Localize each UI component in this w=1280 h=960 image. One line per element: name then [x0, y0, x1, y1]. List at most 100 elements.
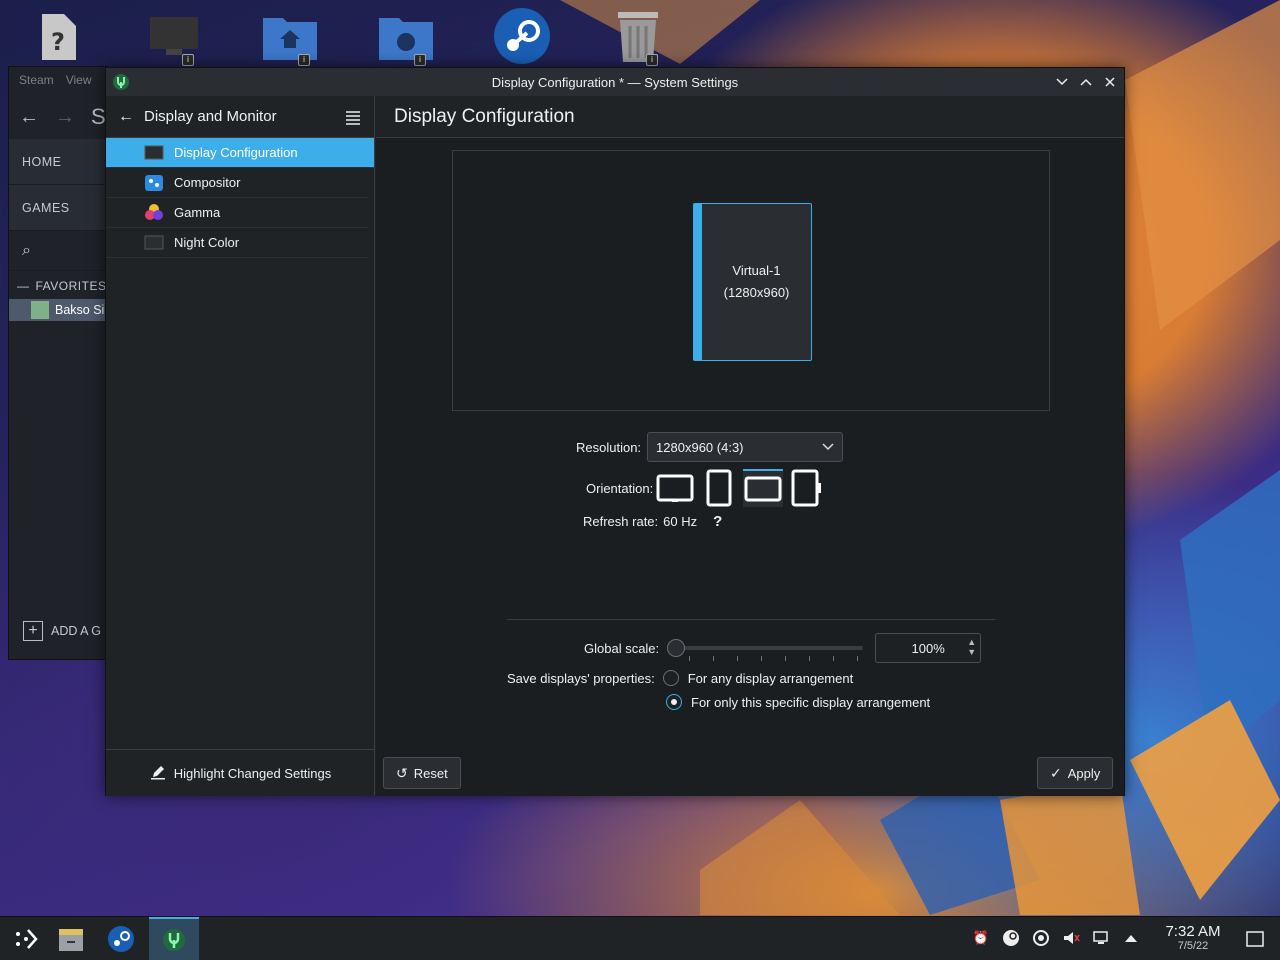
maximize-icon[interactable] [1076, 72, 1096, 92]
notifications-icon[interactable]: ⏰ [972, 929, 990, 947]
sidebar: ← Display and Monitor Display Configurat… [106, 96, 375, 796]
network-folder-icon[interactable]: i [376, 8, 436, 66]
monitor-icon[interactable]: i [144, 8, 204, 66]
system-settings-taskbar-icon[interactable] [149, 917, 199, 960]
steam-add-game[interactable]: + ADD A G [23, 621, 101, 641]
sidebar-item-label: Compositor [174, 175, 241, 190]
global-scale-label: Global scale: [584, 640, 660, 656]
slider-handle[interactable] [667, 639, 686, 657]
link-badge-icon: i [414, 54, 426, 66]
forward-arrow-icon[interactable]: → [55, 106, 75, 129]
clock-time: 7:32 AM [1165, 923, 1221, 940]
orientation-portrait-right-icon[interactable] [787, 469, 827, 507]
tray-expand-icon[interactable] [1122, 929, 1140, 947]
svg-text:?: ? [51, 28, 65, 56]
sidebar-item-label: Night Color [174, 235, 240, 250]
orientation-landscape-icon[interactable] [655, 469, 695, 507]
link-badge-icon: i [298, 54, 310, 66]
refresh-rate-label: Refresh rate: [583, 514, 659, 529]
radio-any-arrangement-label[interactable]: For any display arrangement [688, 671, 853, 686]
sidebar-header: ← Display and Monitor [106, 96, 374, 138]
favorites-label: FAVORITES [35, 279, 107, 293]
steam-home[interactable]: HOME [9, 139, 107, 185]
network-icon[interactable] [1092, 929, 1110, 947]
collapse-icon: — [17, 279, 30, 293]
highlight-changed-settings-button[interactable]: Highlight Changed Settings [106, 749, 375, 796]
steam-tray-icon[interactable] [1002, 929, 1020, 947]
checkmark-icon: ✓ [1050, 764, 1062, 781]
apply-button[interactable]: ✓ Apply [1037, 757, 1114, 789]
unknown-file-icon[interactable]: ? [28, 8, 88, 64]
hamburger-menu-icon[interactable] [344, 108, 362, 126]
search-icon[interactable]: ⌕ [22, 242, 31, 260]
resolution-row: Resolution: 1280x960 (4:3) [576, 432, 844, 462]
show-desktop-icon[interactable] [1230, 917, 1280, 960]
steam-window: Steam View ← → ST HOME GAMES ⌕ — FAVORIT… [8, 66, 119, 660]
steam-search[interactable]: ⌕ [9, 231, 107, 271]
system-tray: ⏰ [972, 929, 1140, 947]
sidebar-item-gamma[interactable]: Gamma [106, 198, 368, 228]
slider-tick [809, 656, 811, 661]
radio-any-arrangement[interactable] [662, 670, 679, 686]
save-properties-row: Save displays' properties: For any displ… [507, 670, 853, 686]
orientation-inverted-icon[interactable] [743, 469, 784, 507]
resolution-value: 1280x960 (4:3) [656, 439, 744, 455]
window-title: Display Configuration * — System Setting… [491, 74, 739, 90]
home-folder-icon[interactable]: i [260, 8, 320, 66]
page-title: Display Configuration [376, 96, 1124, 138]
display-arrangement-preview[interactable]: Virtual-1 (1280x960) [452, 150, 1050, 411]
slider-tick [713, 656, 715, 661]
global-scale-slider[interactable] [667, 636, 867, 661]
slider-tick [737, 656, 739, 661]
monitor-output[interactable]: Virtual-1 (1280x960) [693, 203, 812, 361]
help-icon[interactable]: ? [713, 513, 722, 530]
steam-menu-view[interactable]: View [66, 73, 92, 89]
back-arrow-icon[interactable]: ← [118, 108, 134, 126]
file-manager-icon[interactable] [46, 917, 96, 960]
steam-games[interactable]: GAMES [9, 185, 107, 231]
minimize-icon[interactable] [1052, 72, 1072, 92]
radio-specific-arrangement-label[interactable]: For only this specific display arrangeme… [691, 695, 930, 710]
slider-track-line [671, 646, 864, 650]
close-icon[interactable] [1100, 72, 1120, 92]
settings-app-icon[interactable] [112, 73, 130, 91]
steam-menu-steam[interactable]: Steam [19, 73, 54, 89]
orientation-label: Orientation: [586, 480, 654, 496]
save-properties-row-2: For only this specific display arrangeme… [666, 694, 930, 710]
spin-arrows-icon[interactable]: ▲ ▼ [967, 637, 976, 657]
refresh-rate-value: 60 Hz [663, 514, 698, 529]
discover-tray-icon[interactable] [1032, 929, 1050, 947]
application-launcher-icon[interactable] [0, 917, 50, 960]
steam-nav: ← → ST [9, 95, 119, 139]
refresh-rate-row: Refresh rate: 60 Hz ? [583, 513, 722, 530]
steam-favorites-header[interactable]: — FAVORITES [9, 271, 107, 293]
reset-button[interactable]: ↺ Reset [383, 757, 461, 789]
volume-muted-icon[interactable] [1062, 929, 1080, 947]
sidebar-item-display-configuration[interactable]: Display Configuration [106, 138, 374, 168]
system-settings-window: Display Configuration * — System Setting… [105, 67, 1125, 796]
game-thumbnail-icon [31, 301, 49, 319]
orientation-portrait-left-icon[interactable] [699, 469, 739, 507]
sidebar-item-compositor[interactable]: Compositor [106, 168, 368, 198]
steam-taskbar-icon[interactable] [96, 917, 146, 960]
steam-game-item[interactable]: Bakso Si [9, 299, 107, 321]
clock[interactable]: 7:32 AM 7/5/22 [1162, 923, 1224, 952]
taskbar: ⏰ 7:32 AM 7/5/22 [0, 916, 1280, 960]
slider-tick [857, 656, 859, 661]
plus-icon: + [23, 621, 43, 641]
global-scale-spinbox[interactable]: 100% ▲ ▼ [875, 633, 982, 663]
resolution-dropdown[interactable]: 1280x960 (4:3) [647, 432, 844, 462]
monitor-name: Virtual-1 [732, 263, 781, 278]
pencil-icon [150, 764, 166, 783]
radio-specific-arrangement[interactable] [666, 694, 682, 710]
title-bar[interactable]: Display Configuration * — System Setting… [106, 68, 1124, 96]
compositor-icon [144, 174, 164, 192]
apply-label: Apply [1067, 765, 1101, 781]
global-scale-row: Global scale: 100% ▲ ▼ [584, 633, 982, 663]
slider-tick [689, 656, 691, 661]
back-arrow-icon[interactable]: ← [19, 106, 39, 129]
trash-icon[interactable]: i [608, 8, 668, 66]
game-label: Bakso Si [55, 303, 105, 317]
sidebar-item-night-color[interactable]: Night Color [106, 228, 368, 258]
steam-icon[interactable] [492, 8, 552, 64]
